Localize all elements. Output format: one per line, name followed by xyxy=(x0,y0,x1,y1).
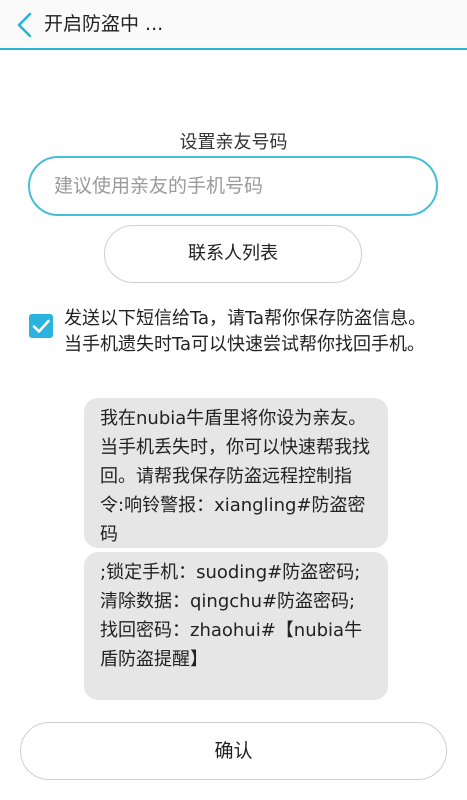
title-bar: 开启防盗中 ... xyxy=(0,0,467,50)
contacts-list-button[interactable]: 联系人列表 xyxy=(104,225,362,283)
checkmark-icon xyxy=(32,319,50,333)
confirm-button[interactable]: 确认 xyxy=(20,722,447,780)
phone-number-input[interactable] xyxy=(28,156,438,216)
send-sms-description: 发送以下短信给Ta，请Ta帮你保存防盗信息。当手机遗失时Ta可以快速尝试帮你找回… xyxy=(64,308,427,355)
message-bubble: ;锁定手机：suoding#防盗密码;清除数据：qingchu#防盗密码;找回密… xyxy=(84,552,388,700)
chevron-left-icon xyxy=(17,12,32,38)
section-label: 设置亲友号码 xyxy=(179,132,288,153)
back-button[interactable] xyxy=(10,10,38,40)
send-sms-checkbox[interactable] xyxy=(29,314,53,338)
message-bubble: 我在nubia牛盾里将你设为亲友。当手机丢失时，你可以快速帮我找回。请帮我保存防… xyxy=(84,398,388,548)
page-title: 开启防盗中 ... xyxy=(44,13,164,35)
